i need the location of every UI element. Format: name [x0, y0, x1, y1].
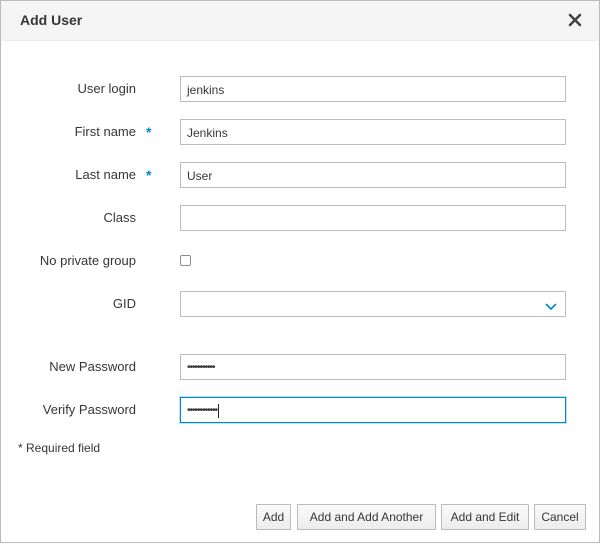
add-user-dialog: Add User User login jenkins First name *… — [0, 0, 600, 543]
verify-password-label: Verify Password — [42, 402, 136, 417]
dialog-header: Add User — [1, 1, 599, 41]
first-name-input[interactable]: Jenkins — [180, 119, 566, 145]
class-label: Class — [103, 210, 136, 225]
last-name-label: Last name — [75, 167, 136, 182]
no-private-group-checkbox[interactable] — [180, 255, 191, 266]
user-login-input[interactable]: jenkins — [180, 76, 566, 102]
user-login-row: User login jenkins — [1, 76, 599, 102]
close-icon[interactable] — [566, 11, 584, 29]
first-name-label: First name — [74, 124, 136, 139]
verify-password-row: Verify Password •••••••••••• — [1, 397, 599, 423]
last-name-value: User — [187, 168, 213, 183]
required-marker: * — [146, 124, 152, 140]
class-row: Class — [1, 205, 599, 231]
required-marker: * — [146, 167, 152, 183]
new-password-input[interactable]: ••••••••••• — [180, 354, 566, 380]
no-private-group-row: No private group — [1, 248, 599, 274]
cancel-button[interactable]: Cancel — [534, 504, 586, 530]
user-login-label: User login — [77, 81, 136, 96]
add-and-edit-button[interactable]: Add and Edit — [441, 504, 529, 530]
gid-row: GID — [1, 291, 599, 317]
first-name-value: Jenkins — [187, 125, 228, 140]
class-input[interactable] — [180, 205, 566, 231]
gid-select[interactable] — [180, 291, 566, 317]
no-private-group-label: No private group — [39, 253, 136, 268]
verify-password-value: •••••••••••• — [187, 404, 218, 416]
new-password-value: ••••••••••• — [187, 361, 215, 373]
add-and-add-another-button[interactable]: Add and Add Another — [297, 504, 436, 530]
verify-password-input[interactable]: •••••••••••• — [180, 397, 566, 423]
dialog-title: Add User — [20, 12, 83, 28]
last-name-row: Last name * User — [1, 162, 599, 188]
new-password-label: New Password — [49, 359, 136, 374]
required-field-note: * Required field — [18, 441, 101, 455]
gid-label: GID — [112, 296, 136, 311]
chevron-down-icon — [545, 299, 557, 310]
last-name-input[interactable]: User — [180, 162, 566, 188]
new-password-row: New Password ••••••••••• — [1, 354, 599, 380]
add-button[interactable]: Add — [256, 504, 291, 530]
text-caret — [218, 403, 220, 418]
first-name-row: First name * Jenkins — [1, 119, 599, 145]
user-login-value: jenkins — [187, 82, 225, 97]
